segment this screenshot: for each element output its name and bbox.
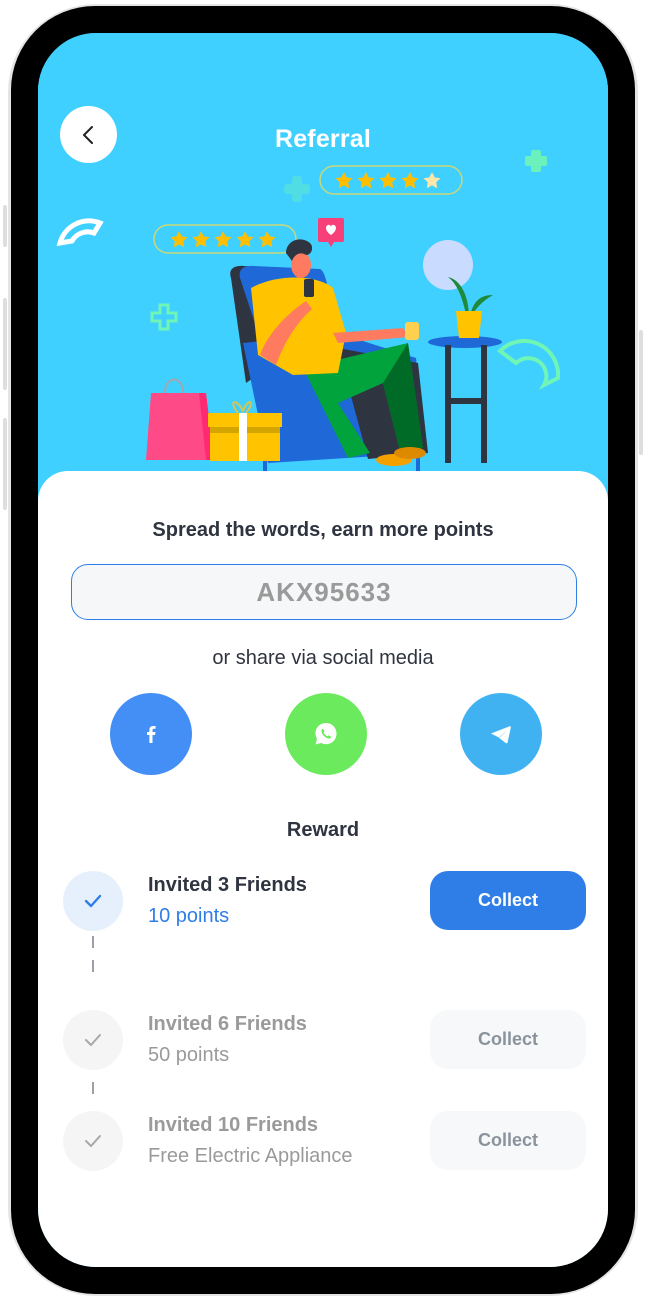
referral-illustration — [56, 150, 561, 476]
collect-button[interactable]: Collect — [430, 1111, 586, 1170]
decor-cross-faded-icon — [284, 176, 310, 202]
reward-item-subtitle: Free Electric Appliance — [148, 1145, 353, 1167]
whatsapp-icon — [315, 723, 337, 745]
share-whatsapp-button[interactable] — [285, 693, 367, 775]
decor-arc-left-icon — [56, 218, 104, 247]
share-telegram-button[interactable] — [460, 693, 542, 775]
facebook-icon — [147, 726, 156, 743]
reward-item: Invited 10 Friends Free Electric Applian… — [63, 1111, 586, 1171]
reward-item-title: Invited 10 Friends — [148, 1114, 319, 1136]
reward-item-subtitle: 10 points — [148, 905, 230, 927]
side-table — [428, 336, 502, 463]
timeline-connector — [92, 936, 94, 948]
reward-status-badge — [63, 1010, 123, 1070]
lamp-circle — [423, 240, 473, 290]
reward-status-badge — [63, 1111, 123, 1171]
star-icon — [236, 231, 254, 248]
check-icon — [85, 1034, 101, 1046]
star-icon — [357, 172, 375, 189]
reward-item: Invited 6 Friends 50 points Collect — [63, 1010, 586, 1070]
volume-up-button — [3, 298, 7, 390]
reward-title: Reward — [286, 819, 360, 841]
share-facebook-button[interactable] — [110, 693, 192, 775]
referral-code-field[interactable]: AKX95633 — [71, 564, 577, 620]
reward-item-title: Invited 3 Friends — [148, 874, 307, 896]
reward-status-badge — [63, 871, 123, 931]
shopping-bag — [146, 378, 214, 460]
collect-button[interactable]: Collect — [430, 871, 586, 930]
decor-cross-outline-icon — [150, 303, 178, 331]
timeline-connector — [92, 960, 94, 972]
star-icon — [170, 231, 188, 248]
tagline: Spread the words, earn more points — [152, 519, 494, 541]
rating-badge-top — [319, 165, 463, 195]
reward-item-title: Invited 6 Friends — [148, 1013, 307, 1035]
power-button — [639, 330, 643, 455]
rating-badge-left — [153, 224, 297, 254]
check-icon — [85, 1135, 101, 1147]
referral-card: Spread the words, earn more points AKX95… — [38, 471, 608, 1267]
share-label: or share via social media — [212, 647, 434, 669]
hero-banner: Referral — [38, 33, 608, 493]
star-icon — [214, 231, 232, 248]
telegram-icon — [491, 726, 511, 744]
star-icon — [258, 231, 276, 248]
screen: Referral Spread the words, earn more poi… — [38, 33, 608, 1267]
star-icon — [379, 172, 397, 189]
check-icon — [84, 894, 102, 908]
page-title: Referral — [274, 125, 372, 153]
star-icon — [192, 231, 210, 248]
heart-notification-icon — [318, 218, 344, 247]
collect-button[interactable]: Collect — [430, 1010, 586, 1069]
referral-code[interactable]: AKX95633 — [256, 577, 391, 608]
decor-arc-right-icon — [496, 338, 561, 390]
star-icon — [401, 172, 419, 189]
silent-switch — [3, 205, 7, 247]
volume-down-button — [3, 418, 7, 510]
reward-item-subtitle: 50 points — [148, 1044, 230, 1066]
star-empty-icon — [423, 172, 441, 189]
reward-item: Invited 3 Friends 10 points Collect — [63, 871, 586, 931]
timeline-connector — [92, 1082, 94, 1094]
star-icon — [335, 172, 353, 189]
